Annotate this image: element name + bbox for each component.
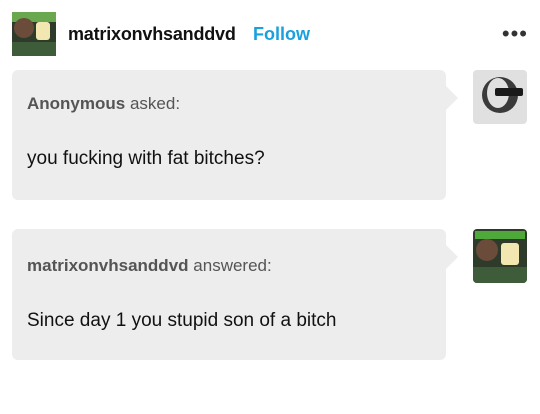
bubble-tail <box>446 86 458 110</box>
avatar-figure <box>14 18 34 38</box>
blog-username[interactable]: matrixonvhsanddvd <box>68 24 236 45</box>
answerer-line: matrixonvhsanddvd answered: <box>27 256 272 276</box>
question-text: you fucking with fat bitches? <box>27 148 265 169</box>
avatar-person <box>501 243 519 265</box>
avatar-bg <box>475 231 525 239</box>
answered-label: answered: <box>193 256 272 275</box>
more-options-icon[interactable]: ••• <box>502 23 528 45</box>
answer-bubble: matrixonvhsanddvd answered: Since day 1 … <box>12 229 458 360</box>
asker-line: Anonymous asked: <box>27 94 180 114</box>
blog-avatar[interactable] <box>12 12 56 56</box>
follow-button[interactable]: Follow <box>253 24 310 45</box>
answer-text: Since day 1 you stupid son of a bitch <box>27 310 337 331</box>
bubble-tail <box>446 245 458 269</box>
avatar-floor <box>473 267 527 283</box>
avatar-person <box>36 22 50 40</box>
anonymous-avatar <box>473 70 527 124</box>
ask-bubble: Anonymous asked: you fucking with fat bi… <box>12 70 458 200</box>
avatar-figure <box>476 239 498 261</box>
answerer-name[interactable]: matrixonvhsanddvd <box>27 256 189 275</box>
avatar-floor <box>12 42 56 56</box>
answerer-avatar[interactable] <box>473 229 527 283</box>
asker-name[interactable]: Anonymous <box>27 94 125 113</box>
post-header: matrixonvhsanddvd Follow ••• <box>12 12 528 58</box>
asked-label: asked: <box>129 94 181 113</box>
sunglasses-icon <box>495 88 523 96</box>
